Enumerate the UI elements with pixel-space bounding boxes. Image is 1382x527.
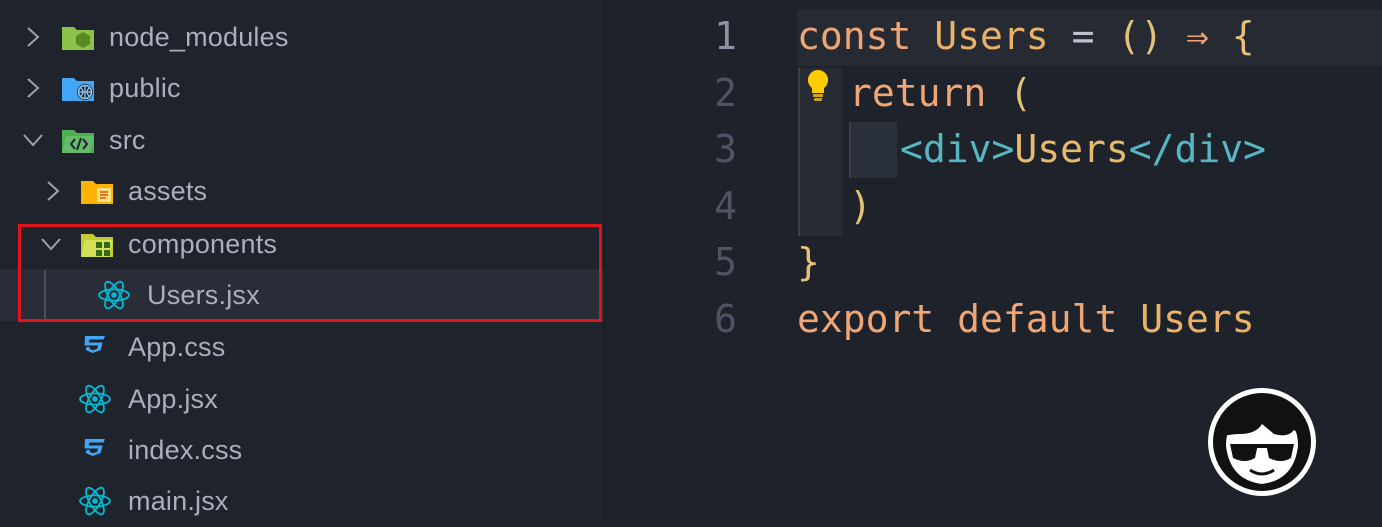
line-number: 6 [714, 297, 737, 341]
tree-item-app-jsx[interactable]: App.jsx [0, 373, 604, 425]
indent-guide [849, 122, 897, 178]
tree-item-label: main.jsx [128, 485, 229, 516]
arrow-operator: ⇒ [1186, 14, 1209, 58]
tree-item-node-modules[interactable]: node_modules [0, 11, 604, 63]
line-number: 4 [714, 184, 737, 228]
chevron-down-icon[interactable] [22, 129, 44, 151]
tree-item-label: assets [128, 175, 208, 206]
code-line-6: export default Users [797, 297, 1255, 341]
components-folder-icon [79, 229, 115, 259]
chevron-right-icon[interactable] [42, 180, 64, 202]
lightbulb-icon[interactable] [801, 66, 835, 106]
code-line-1: const Users = () ⇒ { [797, 14, 1255, 58]
tree-item-index-css[interactable]: index.css [0, 424, 604, 476]
tree-item-label: src [109, 124, 146, 155]
tree-item-components[interactable]: components [0, 218, 604, 270]
node-modules-folder-icon [60, 22, 96, 52]
tree-item-label: public [109, 72, 181, 103]
tree-item-label: Users.jsx [147, 279, 260, 310]
jsx-tag: </div> [1128, 127, 1267, 171]
keyword: default [957, 297, 1118, 341]
indent-guide [44, 270, 46, 320]
react-icon [96, 280, 132, 310]
punctuation: ) [849, 184, 872, 228]
tree-item-label: App.jsx [128, 383, 218, 414]
keyword: const [797, 14, 912, 58]
react-icon [77, 384, 113, 414]
react-icon [77, 486, 113, 516]
tree-item-users-jsx[interactable]: Users.jsx [0, 269, 604, 321]
punctuation: { [1231, 14, 1255, 58]
tree-item-main-jsx[interactable]: main.jsx [0, 475, 604, 527]
code-line-5: } [797, 240, 820, 284]
keyword: export [797, 297, 935, 341]
punctuation: () [1117, 14, 1164, 58]
jsx-tag: <div> [900, 127, 1015, 171]
code-line-4: ) [849, 184, 872, 228]
css-icon [77, 435, 113, 465]
operator: = [1071, 14, 1095, 58]
tree-item-public[interactable]: public [0, 62, 604, 114]
tree-item-src[interactable]: src [0, 114, 604, 166]
tree-item-assets[interactable]: assets [0, 165, 604, 217]
tree-item-label: node_modules [109, 21, 289, 52]
line-number: 3 [714, 127, 737, 171]
code-line-3: <div>Users</div> [900, 127, 1266, 171]
file-explorer: node_modules public src assets component… [0, 0, 605, 524]
identifier: Users [1140, 297, 1255, 341]
assets-folder-icon [79, 176, 115, 206]
sunglasses-mascot-icon [1206, 386, 1318, 498]
keyword: return [849, 71, 987, 115]
identifier: Users [934, 14, 1049, 58]
chevron-down-icon[interactable] [40, 233, 62, 255]
line-number: 5 [714, 240, 737, 284]
jsx-text: Users [1014, 127, 1129, 171]
chevron-right-icon[interactable] [22, 26, 44, 48]
code-line-2: return ( [849, 71, 1032, 115]
punctuation: ( [1009, 71, 1033, 115]
public-folder-icon [60, 73, 96, 103]
chevron-right-icon[interactable] [22, 77, 44, 99]
tree-item-app-css[interactable]: App.css [0, 321, 604, 373]
css-icon [77, 332, 113, 362]
tree-item-label: components [128, 228, 278, 259]
tree-item-label: App.css [128, 331, 226, 362]
src-folder-icon [60, 125, 96, 155]
punctuation: } [797, 240, 820, 284]
line-number: 2 [714, 71, 737, 115]
line-number: 1 [714, 14, 737, 58]
tree-item-label: index.css [128, 434, 243, 465]
